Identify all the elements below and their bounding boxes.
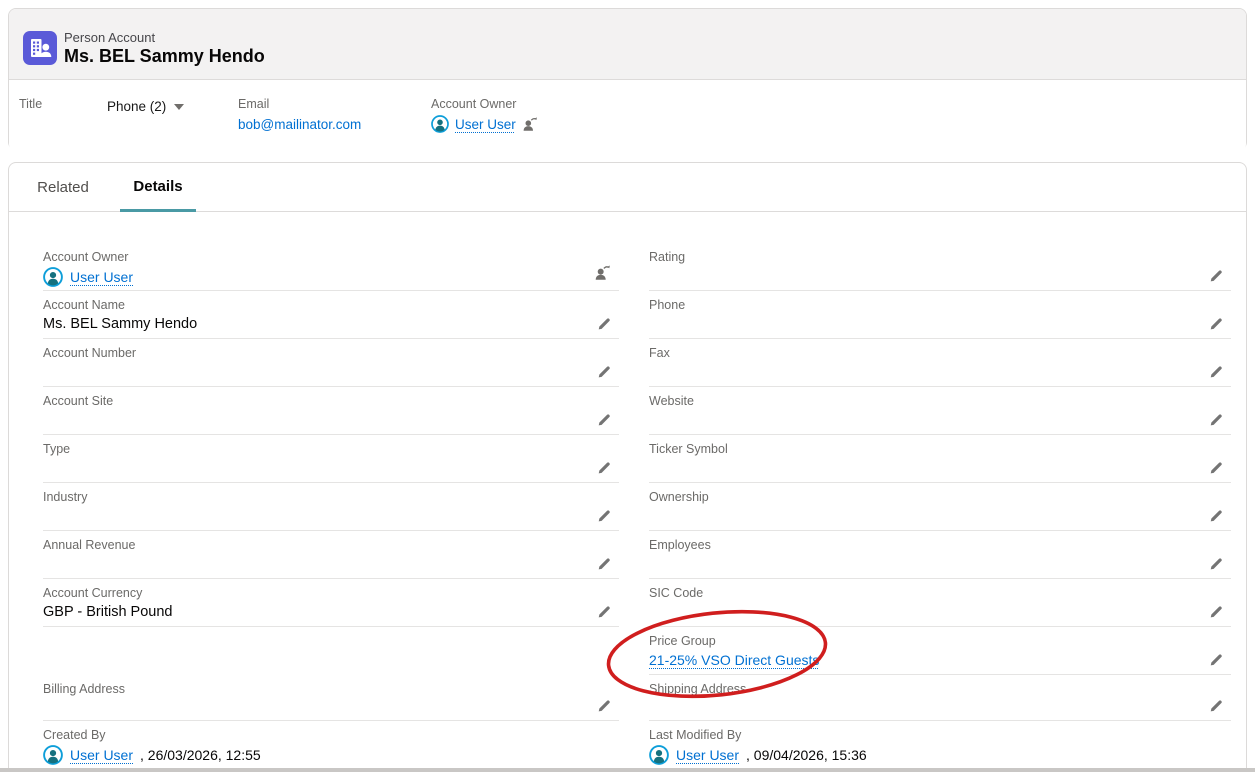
field-row-website: Website	[649, 387, 1231, 435]
record-banner: Person Account Ms. BEL Sammy Hendo	[9, 9, 1246, 79]
account-owner-field-label: Account Owner	[431, 97, 516, 111]
edit-pencil-icon[interactable]	[1209, 316, 1223, 330]
page-title: Ms. BEL Sammy Hendo	[64, 46, 265, 67]
edit-pencil-icon[interactable]	[1209, 460, 1223, 474]
field-label: Website	[649, 387, 1231, 408]
record-detail-card: Related Details Account Owner User User …	[8, 162, 1247, 772]
field-label: Type	[43, 435, 619, 456]
tab-bar: Related Details	[9, 163, 1246, 212]
edit-pencil-icon[interactable]	[597, 316, 611, 330]
field-label: Shipping Address	[649, 675, 1231, 696]
field-label: Account Owner	[43, 243, 619, 264]
field-row-ticker-symbol: Ticker Symbol	[649, 435, 1231, 483]
field-row-billing-address: Billing Address	[43, 675, 619, 721]
edit-pencil-icon[interactable]	[597, 556, 611, 570]
field-row-ownership: Ownership	[649, 483, 1231, 531]
detail-column-left: Account Owner User User Account Name Ms.…	[43, 243, 619, 772]
user-avatar	[43, 745, 63, 765]
last-modified-by-link[interactable]: User User	[676, 747, 739, 763]
field-label: Billing Address	[43, 675, 619, 696]
field-label: Industry	[43, 483, 619, 504]
field-label: Employees	[649, 531, 1231, 552]
change-owner-icon[interactable]	[594, 264, 611, 281]
edit-pencil-icon[interactable]	[597, 460, 611, 474]
field-label: Annual Revenue	[43, 531, 619, 552]
user-avatar	[431, 115, 449, 133]
empty-layout-cell	[43, 627, 619, 675]
field-value: GBP - British Pound	[43, 604, 619, 620]
person-account-icon	[23, 31, 57, 65]
field-row-account-site: Account Site	[43, 387, 619, 435]
field-label: Account Number	[43, 339, 619, 360]
field-row-employees: Employees	[649, 531, 1231, 579]
field-label: Ownership	[649, 483, 1231, 504]
field-row-last-modified-by: Last Modified By User User , 09/04/2026,…	[649, 721, 1231, 772]
record-header-card: Person Account Ms. BEL Sammy Hendo Title…	[8, 8, 1247, 150]
email-link[interactable]: bob@mailinator.com	[238, 117, 361, 132]
field-label: Last Modified By	[649, 721, 1231, 742]
email-field-label: Email	[238, 97, 269, 111]
field-label: Phone	[649, 291, 1231, 312]
user-avatar	[649, 745, 669, 765]
highlights-panel: Title Phone (2) Email bob@mailinator.com…	[9, 79, 1246, 151]
field-value: Ms. BEL Sammy Hendo	[43, 316, 619, 332]
created-date: , 26/03/2026, 12:55	[140, 747, 261, 763]
field-label: Fax	[649, 339, 1231, 360]
field-row-industry: Industry	[43, 483, 619, 531]
edit-pencil-icon[interactable]	[1209, 268, 1223, 282]
edit-pencil-icon[interactable]	[597, 412, 611, 426]
entity-type-label: Person Account	[64, 30, 155, 45]
field-label: Created By	[43, 721, 619, 742]
edit-pencil-icon[interactable]	[1209, 652, 1223, 666]
field-row-rating: Rating	[649, 243, 1231, 291]
field-label: Account Currency	[43, 579, 619, 600]
tab-related[interactable]: Related	[32, 163, 94, 212]
field-label: SIC Code	[649, 579, 1231, 600]
edit-pencil-icon[interactable]	[1209, 604, 1223, 618]
field-label: Price Group	[649, 627, 1231, 648]
field-label: Ticker Symbol	[649, 435, 1231, 456]
change-owner-icon[interactable]	[522, 116, 538, 132]
phone-dropdown-label: Phone (2)	[107, 99, 166, 114]
edit-pencil-icon[interactable]	[1209, 508, 1223, 522]
field-row-annual-revenue: Annual Revenue	[43, 531, 619, 579]
field-row-shipping-address: Shipping Address	[649, 675, 1231, 721]
field-row-type: Type	[43, 435, 619, 483]
field-row-created-by: Created By User User , 26/03/2026, 12:55	[43, 721, 619, 772]
detail-column-right: Rating Phone Fax Website Ticker Symbol O…	[649, 243, 1231, 772]
field-row-fax: Fax	[649, 339, 1231, 387]
field-label: Account Site	[43, 387, 619, 408]
field-row-sic-code: SIC Code	[649, 579, 1231, 627]
account-owner-link[interactable]: User User	[70, 269, 133, 285]
field-label: Rating	[649, 243, 1231, 264]
edit-pencil-icon[interactable]	[1209, 364, 1223, 378]
last-modified-date: , 09/04/2026, 15:36	[746, 747, 867, 763]
field-row-account-number: Account Number	[43, 339, 619, 387]
tab-details[interactable]: Details	[120, 163, 196, 212]
edit-pencil-icon[interactable]	[597, 508, 611, 522]
edit-pencil-icon[interactable]	[1209, 698, 1223, 712]
price-group-link[interactable]: 21-25% VSO Direct Guests	[649, 652, 819, 668]
edit-pencil-icon[interactable]	[597, 604, 611, 618]
edit-pencil-icon[interactable]	[1209, 412, 1223, 426]
field-label: Account Name	[43, 291, 619, 312]
chevron-down-icon	[174, 104, 184, 110]
phone-dropdown[interactable]: Phone (2)	[107, 99, 184, 114]
edit-pencil-icon[interactable]	[597, 364, 611, 378]
field-row-account-owner: Account Owner User User	[43, 243, 619, 291]
edit-pencil-icon[interactable]	[1209, 556, 1223, 570]
created-by-link[interactable]: User User	[70, 747, 133, 763]
field-row-account-currency: Account Currency GBP - British Pound	[43, 579, 619, 627]
field-row-price-group: Price Group 21-25% VSO Direct Guests	[649, 627, 1231, 675]
field-row-account-name: Account Name Ms. BEL Sammy Hendo	[43, 291, 619, 339]
account-owner-link[interactable]: User User	[455, 117, 516, 132]
field-row-phone: Phone	[649, 291, 1231, 339]
user-avatar	[43, 267, 63, 287]
edit-pencil-icon[interactable]	[597, 698, 611, 712]
title-field-label: Title	[19, 97, 42, 111]
bottom-scroll-edge	[0, 768, 1255, 772]
